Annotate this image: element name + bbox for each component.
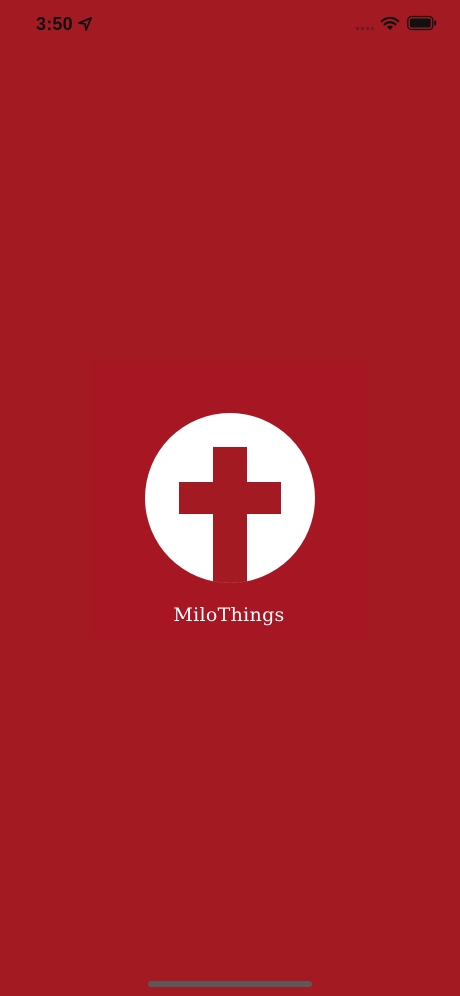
status-time: 3:50 — [36, 14, 73, 34]
cross-vertical-bar — [213, 447, 247, 583]
location-arrow-icon — [78, 17, 92, 31]
cross-horizontal-bar — [179, 482, 281, 514]
splash-card: MiloThings — [90, 360, 368, 638]
brand-name: MiloThings — [173, 604, 285, 626]
battery-icon — [407, 15, 437, 31]
wifi-icon — [380, 16, 400, 30]
status-bar: 3:50 — [0, 0, 460, 50]
cellular-signal-icon — [356, 27, 374, 30]
home-indicator[interactable] — [148, 981, 312, 987]
cross-in-circle-icon — [145, 413, 315, 583]
